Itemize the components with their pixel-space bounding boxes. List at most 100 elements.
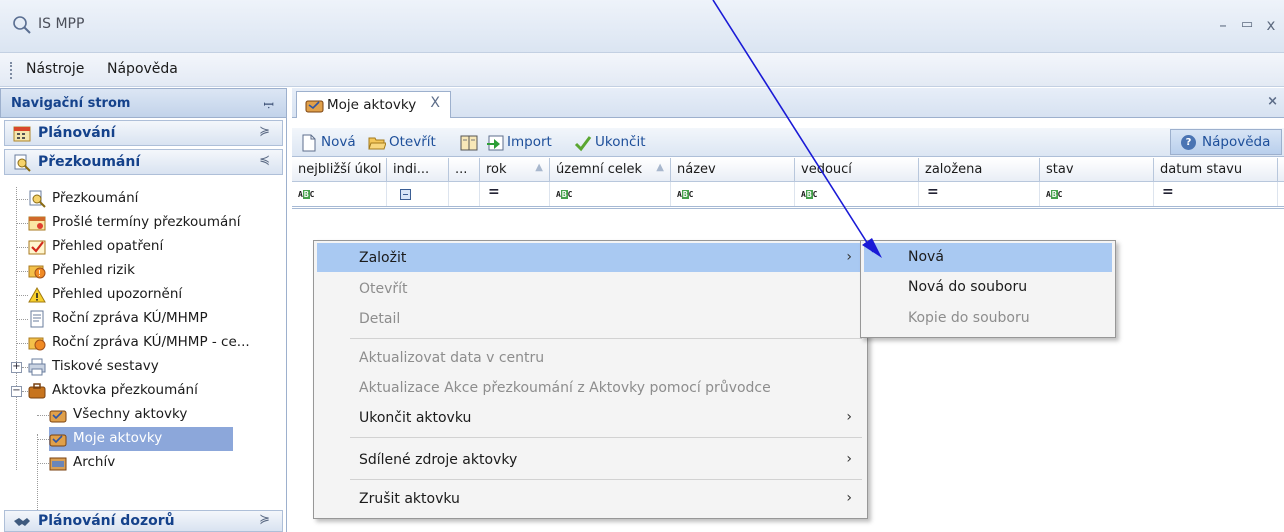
new-document-icon — [302, 134, 316, 152]
submenu-zalozit: Nová Nová do souboru Kopie do souboru — [860, 240, 1116, 338]
book-button[interactable] — [460, 132, 480, 154]
otevrit-button[interactable]: Otevřít — [368, 132, 456, 154]
filter-cell[interactable]: = — [1154, 182, 1278, 206]
nav-header: Navigační strom ꟷ̣ — [0, 88, 287, 118]
checklist-icon — [28, 240, 46, 255]
text-filter-icon: ABC — [801, 190, 818, 199]
collapse-aktovka[interactable]: − — [11, 386, 22, 397]
grid-header: nejbližší úkol indi... ... rok ▲ územní c… — [292, 158, 1284, 182]
tree-item-vsechny-aktovky[interactable]: Všechny aktovky — [49, 403, 278, 427]
navigation-panel: Navigační strom ꟷ̣ Plánování ≽ Přezkoumá… — [0, 88, 287, 532]
tree-item-prosle-terminy[interactable]: Prošlé termíny přezkoumání — [28, 211, 278, 235]
filter-cell[interactable]: ABC — [292, 182, 387, 206]
filter-cell[interactable]: ABC — [1040, 182, 1154, 206]
column-header[interactable]: ... — [449, 158, 480, 182]
tree-item-tiskove-sestavy[interactable]: Tiskové sestavy — [28, 355, 278, 379]
tree-item-prehled-rizik[interactable]: ! Přehled rizik — [28, 259, 278, 283]
filter-cell[interactable] — [387, 182, 449, 206]
minimize-button[interactable]: – — [1212, 14, 1234, 36]
tree-item-moje-aktovky[interactable]: Moje aktovky — [49, 427, 233, 451]
tree-item-archiv[interactable]: Archív — [49, 451, 278, 475]
checkbox-filter-icon — [400, 189, 411, 200]
column-header[interactable]: stav — [1040, 158, 1154, 182]
group-planovani-dozoru-label: Plánování dozorů — [38, 513, 175, 529]
filter-row: ABC = ABC ABC ABC = ABC = — [292, 182, 1284, 209]
filter-cell[interactable]: = — [919, 182, 1040, 206]
filter-cell[interactable]: ABC — [550, 182, 671, 206]
submenu-item-nova-do-souboru[interactable]: Nová do souboru — [864, 273, 1112, 302]
calendar-icon — [28, 216, 46, 231]
menu-item-aktualizace-akce[interactable]: Aktualizace Akce přezkoumání z Aktovky p… — [317, 373, 864, 402]
close-documents-button[interactable]: × — [1267, 94, 1278, 109]
pin-icon[interactable]: ꟷ̣ — [263, 95, 274, 113]
column-header[interactable]: rok ▲ — [480, 158, 550, 182]
tree-item-rocni-zprava-ce[interactable]: Roční zpráva KÚ/MHMP - ce... — [28, 331, 278, 355]
menu-item-label: Kopie do souboru — [908, 310, 1030, 326]
group-planovani[interactable]: Plánování ≽ — [4, 120, 283, 146]
column-header[interactable]: datum stavu — [1154, 158, 1278, 182]
toolbar: Nová Otevřít Import Ukončit ? Nápověda — [292, 128, 1284, 157]
tree-item-prezkoumani[interactable]: Přezkoumání — [28, 187, 278, 211]
filter-cell[interactable] — [449, 182, 480, 206]
menu-item-otevrit[interactable]: Otevřít — [317, 274, 864, 303]
column-header[interactable]: založena — [919, 158, 1040, 182]
nova-label: Nová — [321, 134, 356, 150]
ukoncit-button[interactable]: Ukončit — [574, 132, 660, 154]
magnifier-doc-icon — [29, 190, 46, 208]
menu-napoveda[interactable]: Nápověda — [107, 61, 178, 77]
filter-cell[interactable]: ABC — [671, 182, 795, 206]
import-label: Import — [507, 134, 552, 150]
menu-item-label: Otevřít — [359, 281, 408, 297]
search-icon — [13, 16, 31, 34]
column-header[interactable]: název — [671, 158, 795, 182]
maximize-button[interactable]: ▭ — [1236, 14, 1258, 36]
chevron-right-icon: › — [846, 490, 852, 506]
close-window-button[interactable]: x — [1260, 14, 1282, 36]
menu-item-label: Aktualizace Akce přezkoumání z Aktovky p… — [359, 380, 771, 396]
column-label: územní celek — [556, 162, 642, 177]
menu-item-sdilene-zdroje[interactable]: Sdílené zdroje aktovky › — [317, 445, 864, 474]
column-label: indi... — [393, 162, 430, 177]
equals-filter-icon: = — [927, 184, 939, 200]
submenu-item-kopie-do-souboru[interactable]: Kopie do souboru — [864, 304, 1112, 333]
tree-item-prehled-opatreni[interactable]: Přehled opatření — [28, 235, 278, 259]
column-header[interactable]: vedoucí — [795, 158, 919, 182]
tab-moje-aktovky[interactable]: Moje aktovky X — [296, 91, 451, 118]
context-menu: Založit › Otevřít Detail Aktualizovat da… — [313, 240, 868, 519]
nova-button[interactable]: Nová — [300, 132, 362, 154]
column-header[interactable]: indi... — [387, 158, 449, 182]
tab-close-button[interactable]: X — [430, 95, 440, 111]
column-header[interactable]: územní celek ▲ — [550, 158, 671, 182]
menu-item-ukoncit-aktovku[interactable]: Ukončit aktovku › — [317, 403, 864, 432]
tree-item-prehled-upozorneni[interactable]: Přehled upozornění — [28, 283, 278, 307]
menu-item-aktualizovat[interactable]: Aktualizovat data v centru — [317, 343, 864, 372]
group-planovani-dozoru[interactable]: Plánování dozorů ≽ — [4, 510, 283, 532]
submenu-item-nova[interactable]: Nová — [864, 243, 1112, 272]
filter-cell[interactable]: = — [480, 182, 550, 206]
expand-tiskove-sestavy[interactable]: + — [11, 362, 22, 373]
document-tab-strip: Moje aktovky X × — [292, 88, 1284, 118]
filter-cell[interactable]: ABC — [795, 182, 919, 206]
report-star-icon — [28, 337, 46, 351]
napoveda-label: Nápověda — [1202, 134, 1271, 150]
menu-nastroje[interactable]: Nástroje — [26, 61, 84, 77]
menu-grip — [10, 62, 12, 79]
menu-item-zrusit-aktovku[interactable]: Zrušit aktovku › — [317, 484, 864, 513]
svg-text:!: ! — [38, 269, 41, 278]
import-button[interactable]: Import — [486, 132, 566, 154]
menu-item-zalozit[interactable]: Založit › — [317, 243, 864, 272]
column-label: stav — [1046, 162, 1074, 177]
sort-asc-icon: ▲ — [656, 162, 664, 173]
nav-tree: Přezkoumání Prošlé termíny přezkoumání P… — [4, 187, 283, 518]
menu-item-label: Založit — [359, 250, 407, 266]
tree-item-label: Tiskové sestavy — [52, 358, 159, 374]
group-prezkoumani[interactable]: Přezkoumání ≼ — [4, 149, 283, 175]
menu-item-label: Sdílené zdroje aktovky — [359, 452, 518, 468]
column-header[interactable]: nejbližší úkol — [292, 158, 387, 182]
tree-item-aktovka-prezkoumani[interactable]: Aktovka přezkoumání — [28, 379, 278, 403]
napoveda-button[interactable]: ? Nápověda — [1170, 129, 1282, 155]
tree-connector — [16, 187, 17, 470]
menu-item-detail[interactable]: Detail — [317, 304, 864, 333]
checkmark-pen-icon — [574, 136, 592, 152]
tree-item-rocni-zprava[interactable]: Roční zpráva KÚ/MHMP — [28, 307, 278, 331]
